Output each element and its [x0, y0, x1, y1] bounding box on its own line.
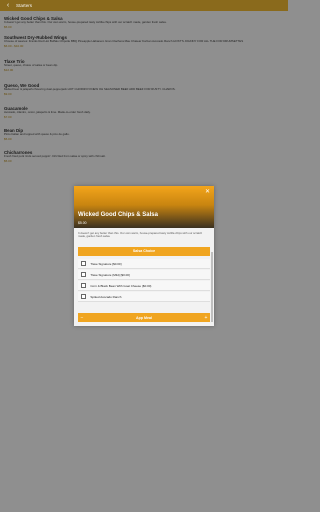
dialog-title: Wicked Good Chips & Salsa [78, 212, 158, 218]
option-label: Tlaxe Signature (Mild) [$0.00] [90, 272, 130, 277]
dialog-description: It doesn't get any better than this. Our… [78, 231, 203, 239]
menu-item-price: $5.00 [4, 158, 12, 163]
item-hero-image [74, 186, 214, 228]
menu-item[interactable]: Guacamole Avocado, cilantro, onion, jala… [4, 106, 284, 119]
plus-icon[interactable]: + [202, 315, 210, 321]
top-app-bar: ‹ Starters [0, 0, 288, 11]
menu-item-price: $12.00 [4, 67, 14, 72]
checkbox[interactable] [81, 282, 87, 289]
menu-item[interactable]: Tlaxe Trio Street, queso, choice of sals… [4, 59, 284, 72]
salsa-choice-header: Salsa Choice [78, 247, 210, 256]
menu-item-price: $9.00 [4, 91, 12, 96]
menu-item[interactable]: Bean Dip Pinto Italian and topped with q… [4, 128, 284, 141]
checkbox[interactable] [81, 271, 87, 278]
menu-item-price: $6.00 - $10.00 [4, 43, 24, 48]
option-label: Tlaxe Signature [$0.00] [90, 261, 122, 266]
menu-item[interactable]: Chicharrones Fresh fried pork rinds serv… [4, 150, 284, 163]
close-icon[interactable]: ✕ [205, 189, 210, 195]
page-title: Starters [16, 3, 33, 8]
menu-item[interactable]: Queso, We Good Melted beer & jalapeño fl… [4, 83, 284, 96]
option-label: Corn & Black Bean With Goat Cheese ($0.0… [90, 283, 152, 288]
salsa-option[interactable]: Tlaxe Signature (Mild) [$0.00] [78, 270, 210, 280]
item-detail-dialog: ✕ Wicked Good Chips & Salsa $5.00 It doe… [74, 186, 214, 326]
checkbox[interactable] [81, 260, 87, 267]
menu-item-desc: Choose of sauces: Franks Red Hot Buffalo… [4, 40, 244, 43]
menu-item[interactable]: Southwest Dry-Rubbed Wings Choose of sau… [4, 35, 284, 48]
menu-item-price: $7.00 [4, 114, 12, 119]
menu-item-price: $5.00 [4, 24, 12, 29]
add-to-order-bar: − App Meal + [78, 313, 210, 322]
back-arrow-icon[interactable]: ‹ [0, 0, 16, 11]
option-label: Spiked Avocado Ranch [90, 294, 122, 299]
checkbox[interactable] [81, 293, 87, 300]
dialog-scrollbar[interactable] [211, 252, 213, 322]
salsa-option[interactable]: Spiked Avocado Ranch [78, 292, 210, 302]
add-meal-button[interactable]: App Meal [86, 316, 202, 320]
minus-icon[interactable]: − [78, 315, 86, 321]
salsa-option[interactable]: Corn & Black Bean With Goat Cheese ($0.0… [78, 281, 210, 291]
menu-item-price: $5.00 [4, 136, 12, 141]
menu-item[interactable]: Wicked Good Chips & Salsa It doesn't get… [4, 16, 284, 29]
salsa-option[interactable]: Tlaxe Signature [$0.00] [78, 259, 210, 269]
dialog-price: $5.00 [78, 221, 87, 225]
